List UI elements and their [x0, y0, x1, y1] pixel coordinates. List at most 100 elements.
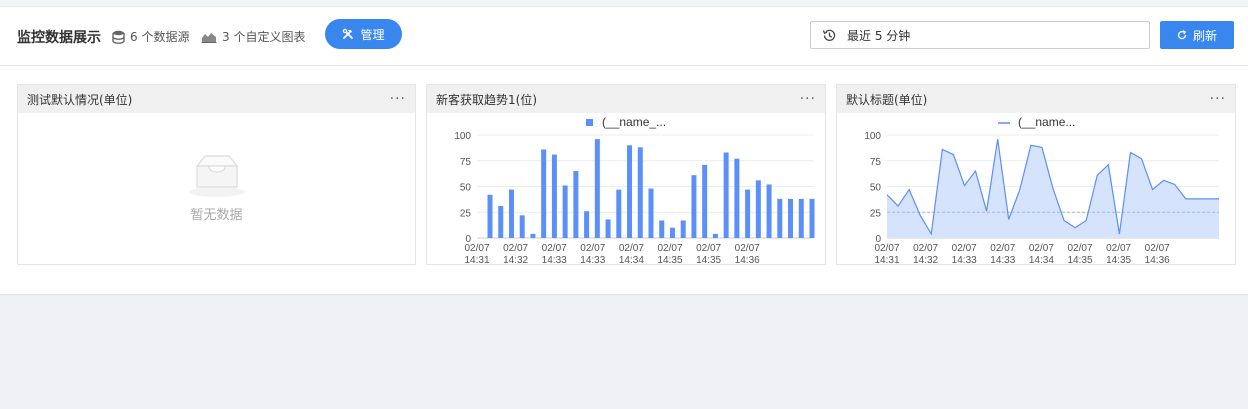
x-tick-time: 14:33 [580, 255, 605, 264]
x-tick-time: 14:33 [990, 255, 1015, 264]
x-tick-date: 02/07 [874, 243, 899, 254]
bar[interactable] [573, 171, 579, 238]
panel-new-customer-trend: 新客获取趋势1(位) ··· (__name_... 100 75 50 25 0 02/… [426, 84, 826, 265]
chart-legend[interactable]: (__name... [998, 115, 1075, 129]
bar-chart: (__name_... 100755025002/0714:3102/0714:… [454, 115, 815, 264]
bar[interactable] [669, 227, 675, 238]
x-tick-time: 14:34 [619, 255, 644, 264]
bar[interactable] [584, 211, 590, 238]
y-tick-label: 50 [870, 183, 882, 194]
x-tick-date: 02/07 [1029, 243, 1054, 254]
bar[interactable] [702, 164, 708, 238]
x-tick-time: 14:36 [735, 255, 760, 264]
time-range-value: 最近 5 分钟 [847, 28, 911, 43]
bar[interactable] [487, 194, 493, 238]
more-icon[interactable]: ··· [1210, 92, 1226, 106]
panel-default-title: 默认标题(单位) ··· (__name... 100 75 50 25 0 02/07 1… [836, 84, 1236, 265]
bar[interactable] [777, 198, 783, 238]
chart-legend[interactable]: (__name_... [586, 115, 666, 129]
x-tick-time: 14:34 [1029, 255, 1054, 264]
bar[interactable] [723, 152, 729, 238]
chart-count-info: 3 个自定义图表 [201, 28, 305, 45]
bar[interactable] [541, 149, 547, 238]
bar[interactable] [498, 206, 504, 238]
y-tick-label: 25 [870, 208, 882, 219]
area-chart: (__name... 100755025002/0714:3102/0714:3… [864, 115, 1219, 264]
y-tick-label: 50 [460, 183, 472, 194]
more-icon[interactable]: ··· [390, 92, 406, 106]
top-strip [0, 0, 1248, 7]
x-tick-time: 14:31 [464, 255, 489, 264]
y-tick-label: 75 [870, 157, 882, 168]
refresh-label: 刷新 [1192, 28, 1217, 43]
page-title: 监控数据展示 [17, 30, 101, 46]
bar[interactable] [594, 139, 600, 238]
manage-label: 管理 [360, 27, 385, 42]
bar[interactable] [712, 233, 718, 238]
x-tick-date: 02/07 [580, 243, 605, 254]
x-tick-date: 02/07 [735, 243, 760, 254]
bar[interactable] [691, 175, 697, 238]
panel-title: 新客获取趋势1(位) [436, 92, 537, 107]
datasource-count: 6 个数据源 [130, 30, 190, 44]
bar[interactable] [508, 189, 514, 238]
legend-label: (__name_... [602, 115, 666, 129]
x-tick-date: 02/07 [1106, 243, 1131, 254]
x-tick-time: 14:35 [1067, 255, 1092, 264]
x-tick-time: 14:32 [503, 255, 528, 264]
x-tick-date: 02/07 [464, 243, 489, 254]
x-tick-date: 02/07 [503, 243, 528, 254]
bar[interactable] [605, 219, 611, 238]
bar[interactable] [519, 215, 525, 238]
bar[interactable] [809, 198, 815, 238]
area-chart-icon [201, 32, 217, 43]
empty-text: 暂无数据 [190, 208, 243, 223]
x-tick-date: 02/07 [657, 243, 682, 254]
database-icon [112, 30, 125, 44]
x-tick-time: 14:35 [696, 255, 721, 264]
x-tick-time: 14:33 [952, 255, 977, 264]
bar[interactable] [530, 233, 536, 238]
bar[interactable] [659, 220, 665, 238]
time-range-selector[interactable]: 最近 5 分钟 [810, 21, 1150, 49]
bar[interactable] [766, 184, 772, 238]
bar[interactable] [562, 185, 568, 238]
panel-header: 新客获取趋势1(位) ··· [427, 85, 825, 113]
x-tick-time: 14:31 [874, 255, 899, 264]
x-tick-date: 02/07 [952, 243, 977, 254]
x-tick-time: 14:33 [542, 255, 567, 264]
tools-icon [343, 28, 354, 39]
panel-header: 测试默认情况(单位) ··· [18, 85, 415, 113]
bar[interactable] [798, 198, 804, 238]
empty-inbox-icon [188, 155, 245, 197]
bar[interactable] [788, 198, 794, 238]
more-icon[interactable]: ··· [800, 92, 816, 106]
bar[interactable] [745, 189, 751, 238]
refresh-button[interactable]: 刷新 [1160, 21, 1234, 49]
legend-marker [586, 119, 593, 126]
dashboard-header: 监控数据展示 6 个数据源 3 个自定义图表 管理 最近 5 分钟 刷新 [0, 7, 1248, 66]
bar[interactable] [734, 158, 740, 238]
x-tick-time: 14:36 [1145, 255, 1170, 264]
bar[interactable] [551, 154, 557, 238]
bar[interactable] [637, 147, 643, 238]
panel-header: 默认标题(单位) ··· [837, 85, 1235, 113]
bar[interactable] [680, 220, 686, 238]
refresh-icon [1177, 30, 1187, 40]
x-tick-date: 02/07 [1067, 243, 1092, 254]
bar[interactable] [755, 180, 761, 238]
x-tick-time: 14:35 [657, 255, 682, 264]
chart-count: 3 个自定义图表 [222, 30, 306, 44]
x-tick-date: 02/07 [619, 243, 644, 254]
manage-button[interactable]: 管理 [325, 19, 402, 49]
x-tick-date: 02/07 [696, 243, 721, 254]
panel-default-case: 测试默认情况(单位) ··· 暂无数据 [17, 84, 416, 265]
bar[interactable] [648, 188, 654, 238]
bar[interactable] [616, 189, 622, 238]
x-tick-date: 02/07 [542, 243, 567, 254]
empty-state: 暂无数据 [18, 113, 415, 264]
x-tick-time: 14:32 [913, 255, 938, 264]
bar[interactable] [627, 145, 633, 238]
y-tick-label: 100 [864, 131, 881, 142]
x-tick-date: 02/07 [913, 243, 938, 254]
